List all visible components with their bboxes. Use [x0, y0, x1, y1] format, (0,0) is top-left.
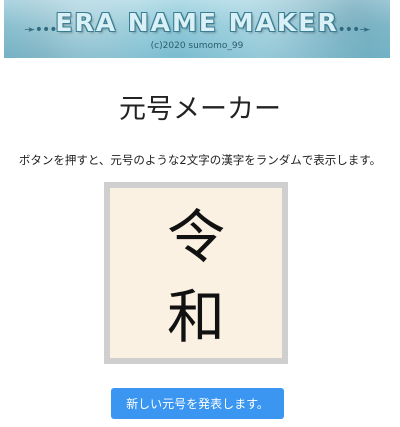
- banner-title: ERA NAME MAKER: [55, 8, 339, 37]
- banner-credit: (c)2020 sumomo_99: [150, 41, 244, 51]
- page-description: ボタンを押すと、元号のような2文字の漢字をランダムで表示します。: [18, 153, 382, 167]
- era-name-first-char: 令: [166, 203, 225, 271]
- page-title: 元号メーカー: [119, 94, 281, 125]
- era-name-second-char: 和: [166, 283, 225, 351]
- generate-era-name-button[interactable]: 新しい元号を発表します。: [111, 388, 284, 419]
- page: ➛••• ERA NAME MAKER •••➛ (c)2020 sumomo_…: [0, 0, 400, 427]
- banner-right-arrow-icon: •••➛: [337, 22, 371, 38]
- header-banner: ➛••• ERA NAME MAKER •••➛ (c)2020 sumomo_…: [4, 0, 390, 58]
- era-name-display: 令 和: [104, 182, 288, 364]
